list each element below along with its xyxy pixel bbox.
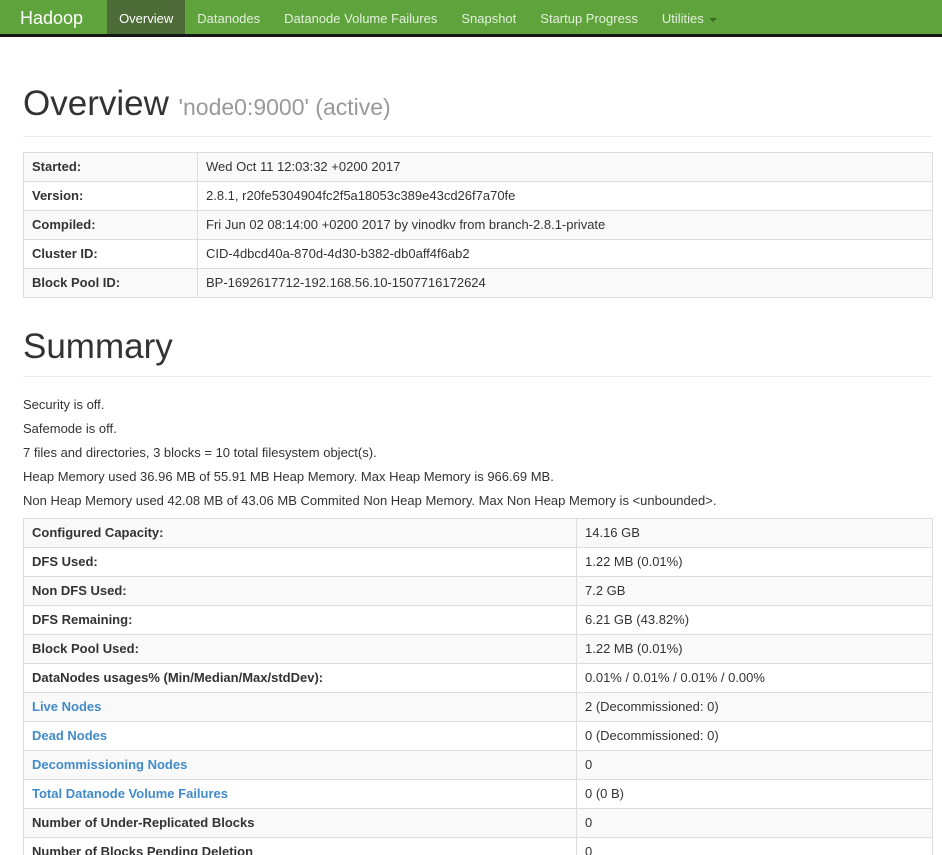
- nav-item-label: Datanode Volume Failures: [284, 11, 438, 26]
- nav-item-datanodes[interactable]: Datanodes: [185, 0, 272, 34]
- non-heap-memory-status: Non Heap Memory used 42.08 MB of 43.06 M…: [23, 493, 717, 508]
- table-row: Total Datanode Volume Failures 0 (0 B): [23, 779, 933, 809]
- nav-item-label: Startup Progress: [540, 11, 638, 26]
- row-value: BP-1692617712-192.168.56.10-150771617262…: [197, 268, 933, 298]
- row-label: DFS Remaining:: [23, 605, 577, 635]
- table-row: Cluster ID: CID-4dbcd40a-870d-4d30-b382-…: [23, 239, 933, 269]
- nav-item-snapshot[interactable]: Snapshot: [449, 0, 528, 34]
- table-row: Version: 2.8.1, r20fe5304904fc2f5a18053c…: [23, 181, 933, 211]
- filesystem-objects-status: 7 files and directories, 3 blocks = 10 t…: [23, 445, 377, 460]
- row-label: Started:: [23, 152, 198, 182]
- row-label: Compiled:: [23, 210, 198, 240]
- table-row: Number of Blocks Pending Deletion 0: [23, 837, 933, 855]
- row-label: Total Datanode Volume Failures: [23, 779, 577, 809]
- page-content: Overview 'node0:9000' (active) Started: …: [23, 85, 933, 855]
- nav-item-label: Overview: [119, 11, 174, 26]
- nav-item-overview[interactable]: Overview: [107, 0, 186, 34]
- caret-down-icon: [708, 17, 717, 22]
- navbar-brand[interactable]: Hadoop: [0, 0, 99, 34]
- row-value: 0: [576, 808, 933, 838]
- table-row: DataNodes usages% (Min/Median/Max/stdDev…: [23, 663, 933, 693]
- row-label: Live Nodes: [23, 692, 577, 722]
- row-label: Cluster ID:: [23, 239, 198, 269]
- safemode-status: Safemode is off.: [23, 421, 117, 436]
- namenode-address-label: 'node0:9000' (active): [178, 94, 391, 120]
- decommissioning-nodes-link[interactable]: Decommissioning Nodes: [32, 757, 187, 772]
- dead-nodes-link[interactable]: Dead Nodes: [32, 728, 107, 743]
- row-label: Version:: [23, 181, 198, 211]
- row-value: Fri Jun 02 08:14:00 +0200 2017 by vinodk…: [197, 210, 933, 240]
- nav-item-datanode-volume-failures[interactable]: Datanode Volume Failures: [272, 0, 449, 34]
- summary-table: Configured Capacity: 14.16 GB DFS Used: …: [23, 518, 933, 855]
- nav-item-utilities-dropdown[interactable]: Utilities: [650, 0, 729, 34]
- table-row: Non DFS Used: 7.2 GB: [23, 576, 933, 606]
- overview-header: Overview 'node0:9000' (active): [23, 85, 933, 137]
- table-row: Number of Under-Replicated Blocks 0: [23, 808, 933, 838]
- row-label: Configured Capacity:: [23, 518, 577, 548]
- nav-item-startup-progress[interactable]: Startup Progress: [528, 0, 650, 34]
- table-row: Configured Capacity: 14.16 GB: [23, 518, 933, 548]
- row-value: 0.01% / 0.01% / 0.01% / 0.00%: [576, 663, 933, 693]
- page-title-text: Overview: [23, 84, 169, 123]
- nav-item-label: Snapshot: [461, 11, 517, 26]
- row-value: CID-4dbcd40a-870d-4d30-b382-db0aff4f6ab2: [197, 239, 933, 269]
- row-label: Dead Nodes: [23, 721, 577, 751]
- row-value: 6.21 GB (43.82%): [576, 605, 933, 635]
- table-row: Block Pool Used: 1.22 MB (0.01%): [23, 634, 933, 664]
- row-label: Number of Under-Replicated Blocks: [23, 808, 577, 838]
- security-status: Security is off.: [23, 397, 105, 412]
- table-row: DFS Used: 1.22 MB (0.01%): [23, 547, 933, 577]
- row-value: 0: [576, 837, 933, 855]
- row-value: 7.2 GB: [576, 576, 933, 606]
- row-label: DataNodes usages% (Min/Median/Max/stdDev…: [23, 663, 577, 693]
- row-value: 1.22 MB (0.01%): [576, 547, 933, 577]
- table-row: Compiled: Fri Jun 02 08:14:00 +0200 2017…: [23, 210, 933, 240]
- summary-status-text: Security is off. Safemode is off. 7 file…: [23, 398, 933, 508]
- row-label: Decommissioning Nodes: [23, 750, 577, 780]
- table-row: DFS Remaining: 6.21 GB (43.82%): [23, 605, 933, 635]
- row-value: 1.22 MB (0.01%): [576, 634, 933, 664]
- row-label: Non DFS Used:: [23, 576, 577, 606]
- row-value: Wed Oct 11 12:03:32 +0200 2017: [197, 152, 933, 182]
- summary-header: Summary: [23, 328, 933, 377]
- table-row: Dead Nodes 0 (Decommissioned: 0): [23, 721, 933, 751]
- row-label: Block Pool Used:: [23, 634, 577, 664]
- row-label: DFS Used:: [23, 547, 577, 577]
- row-label: Number of Blocks Pending Deletion: [23, 837, 577, 855]
- page-title: Overview 'node0:9000' (active): [23, 85, 933, 126]
- row-value: 0 (0 B): [576, 779, 933, 809]
- table-row: Block Pool ID: BP-1692617712-192.168.56.…: [23, 268, 933, 298]
- row-value: 14.16 GB: [576, 518, 933, 548]
- navbar: Hadoop Overview Datanodes Datanode Volum…: [0, 0, 942, 37]
- live-nodes-link[interactable]: Live Nodes: [32, 699, 101, 714]
- row-value: 2 (Decommissioned: 0): [576, 692, 933, 722]
- nav-item-label: Utilities: [661, 11, 704, 26]
- heap-memory-status: Heap Memory used 36.96 MB of 55.91 MB He…: [23, 469, 554, 484]
- table-row: Started: Wed Oct 11 12:03:32 +0200 2017: [23, 152, 933, 182]
- row-value: 0: [576, 750, 933, 780]
- total-datanode-volume-failures-link[interactable]: Total Datanode Volume Failures: [32, 786, 228, 801]
- row-value: 0 (Decommissioned: 0): [576, 721, 933, 751]
- overview-table: Started: Wed Oct 11 12:03:32 +0200 2017 …: [23, 152, 933, 298]
- table-row: Decommissioning Nodes 0: [23, 750, 933, 780]
- row-label: Block Pool ID:: [23, 268, 198, 298]
- navbar-menu: Overview Datanodes Datanode Volume Failu…: [107, 0, 729, 34]
- table-row: Live Nodes 2 (Decommissioned: 0): [23, 692, 933, 722]
- row-value: 2.8.1, r20fe5304904fc2f5a18053c389e43cd2…: [197, 181, 933, 211]
- summary-title: Summary: [23, 327, 173, 366]
- nav-item-label: Datanodes: [197, 11, 261, 26]
